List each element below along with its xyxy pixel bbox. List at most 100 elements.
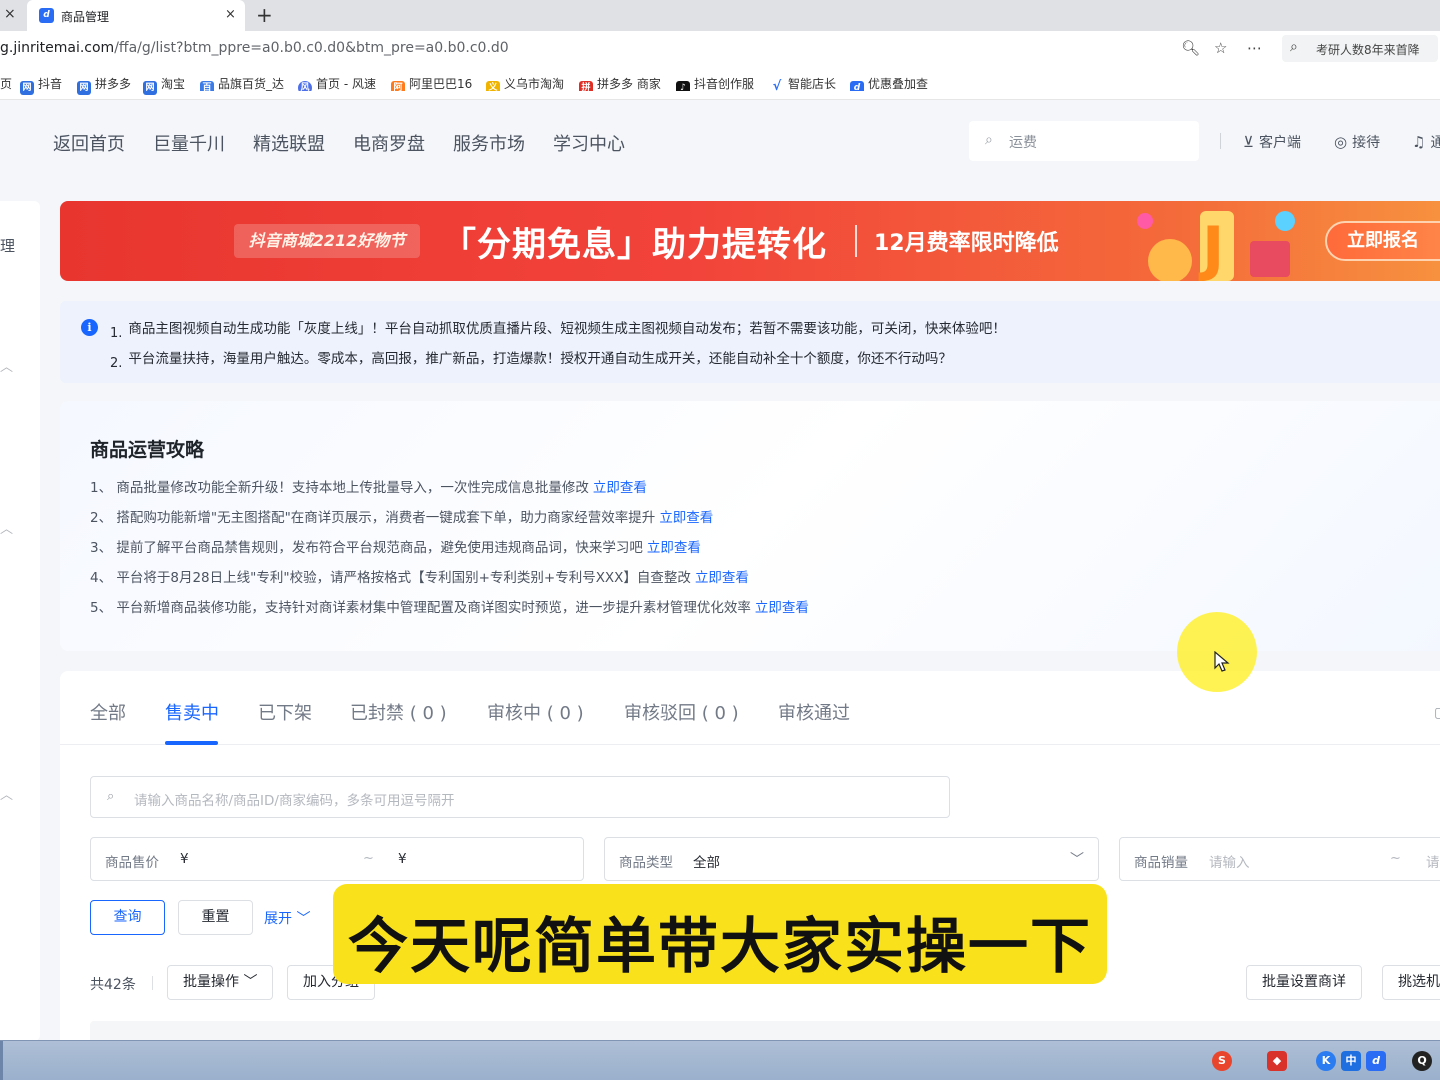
chevron-up-icon[interactable]: ︿ — [0, 518, 13, 537]
settings-icon[interactable]: ▢ — [1434, 705, 1440, 721]
banner-signup-button[interactable]: 立即报名 — [1325, 221, 1440, 261]
batch-detail-settings-button[interactable]: 批量设置商详 — [1246, 965, 1362, 1000]
sidebar-item-label[interactable]: 理 — [0, 235, 15, 256]
tab-approved[interactable]: 审核通过 — [778, 699, 850, 725]
reception-button[interactable]: ◎ 接待 — [1334, 132, 1380, 152]
view-now-link[interactable]: 立即查看 — [755, 600, 809, 616]
bookmark-alibaba[interactable]: 阿阿里巴巴16 — [391, 75, 473, 91]
query-button[interactable]: 查询 — [90, 900, 165, 935]
banner-divider — [855, 225, 857, 257]
browser-search-box[interactable]: ⌕ 考研人数8年来首降 — [1282, 35, 1438, 62]
chevron-up-icon[interactable]: ︿ — [0, 784, 13, 803]
url-path: /ffa/g/list?btm_ppre=a0.b0.c0.d0&btm_pre… — [114, 40, 509, 56]
tab-banned[interactable]: 已封禁 ( 0 ) — [350, 699, 447, 725]
left-sidebar: 理 ︿ ︿ ︿ — [0, 201, 40, 1040]
zoom-icon[interactable]: 🔍︎ — [1181, 39, 1200, 57]
banner-headline: 「分期免息」助力提转化 — [442, 225, 827, 265]
download-icon: ⊻ — [1243, 133, 1254, 151]
url-host: g.jinritemai.com — [0, 40, 115, 56]
bookmark-pinduoduo[interactable]: 网拼多多 — [77, 75, 131, 95]
nav-alliance[interactable]: 精选联盟 — [253, 130, 325, 156]
browser-tab-active[interactable]: d 商品管理 × — [27, 0, 245, 31]
operation-guide-card: 商品运营攻略 1、 商品批量修改功能全新升级！支持本地上传批量导入，一次性完成信… — [60, 401, 1440, 651]
bookmark-pinqi[interactable]: 百品旗百货_达 — [200, 75, 286, 91]
new-tab-button[interactable]: + — [256, 3, 273, 27]
view-now-link[interactable]: 立即查看 — [647, 540, 701, 556]
star-icon[interactable]: ☆ — [1214, 39, 1227, 57]
bookmark-smart-manager[interactable]: √ 智能店长 — [770, 75, 836, 94]
bell-icon: ♫ — [1412, 133, 1426, 151]
bookmark-douyin[interactable]: 网抖音 — [20, 75, 62, 95]
view-now-link[interactable]: 立即查看 — [659, 510, 713, 526]
client-button[interactable]: ⊻ 客户端 — [1243, 132, 1301, 152]
video-subtitle: 今天呢简单带大家实操一下 — [333, 884, 1107, 984]
tab-reviewing[interactable]: 审核中 ( 0 ) — [487, 699, 584, 725]
qq-icon[interactable]: Q — [1412, 1051, 1432, 1071]
nav-service-market[interactable]: 服务市场 — [453, 130, 525, 156]
batch-operations-dropdown[interactable]: 批量操作 ﹀ — [167, 965, 274, 1000]
bookmark-yiwu[interactable]: 义义乌市淘淘 — [486, 75, 566, 91]
bookmark-icon: 百 — [200, 81, 214, 91]
bookmark-fengsu[interactable]: 风首页 - 风速 — [298, 75, 378, 91]
view-now-link[interactable]: 立即查看 — [695, 570, 749, 586]
product-search-input[interactable]: ⌕ 请输入商品名称/商品ID/商家编码，多条可用逗号隔开 — [90, 776, 950, 818]
search-icon: ⌕ — [985, 132, 993, 148]
nav-learning-center[interactable]: 学习中心 — [553, 130, 625, 156]
bookmark-pdd-merchant[interactable]: 拼拼多多 商家 — [579, 75, 663, 91]
prev-tab-close-icon[interactable]: × — [4, 6, 16, 22]
notification-button[interactable]: ♫ 通 — [1412, 132, 1440, 152]
bookmark-icon: d — [850, 81, 864, 91]
type-label: 商品类型 — [619, 855, 673, 871]
bookmark-coupon[interactable]: d 优惠叠加查 — [850, 75, 930, 91]
bookmark-douyin-creator[interactable]: ♪ 抖音创作服 — [676, 75, 756, 91]
headset-icon: ◎ — [1334, 133, 1348, 151]
guide-item: 1、 商品批量修改功能全新升级！支持本地上传批量导入，一次性完成信息批量修改 立即… — [90, 480, 647, 496]
bookmark-cut[interactable]: 页 — [0, 75, 12, 91]
app-tray-icon[interactable]: K — [1316, 1051, 1336, 1071]
input-method-icon[interactable]: 中 — [1341, 1051, 1361, 1071]
reset-button[interactable]: 重置 — [178, 900, 253, 935]
top-navigation: 返回首页 巨量千川 精选联盟 电商罗盘 服务市场 学习中心 ⌕ 运费 ⊻ 客户端 … — [0, 100, 1440, 182]
doudian-tray-icon[interactable]: d — [1366, 1051, 1386, 1071]
tab-all[interactable]: 全部 — [90, 699, 126, 725]
sales-label: 商品销量 — [1134, 855, 1188, 871]
more-icon[interactable]: ⋯ — [1247, 39, 1262, 57]
currency-symbol: ¥ — [398, 851, 407, 867]
bookmark-icon: 风 — [298, 81, 312, 91]
range-tilde: ~ — [1390, 851, 1401, 866]
guide-item: 4、 平台将于8月28日上线"专利"校验，请严格按格式【专利国别+专利类别+专利… — [90, 570, 749, 586]
promo-banner[interactable]: 抖音商城2212好物节 「分期免息」助力提转化 12月费率限时降低 J 立即报名 — [60, 201, 1440, 281]
chevron-up-icon[interactable]: ︿ — [0, 356, 13, 375]
chevron-down-icon: ﹀ — [1070, 852, 1084, 868]
os-taskbar: S ◆ K 中 d Q — [0, 1040, 1440, 1080]
expand-button[interactable]: 展开 ﹀ — [264, 908, 310, 928]
notice-line: 2. 平台流量扶持，海量用户触达。零成本，高回报，推广新品，打造爆款！授权开通自动… — [110, 351, 952, 371]
browser-search-text: 考研人数8年来首降 — [1316, 43, 1420, 57]
view-now-link[interactable]: 立即查看 — [593, 480, 647, 496]
product-type-select[interactable]: 商品类型 全部 ﹀ — [604, 837, 1099, 881]
address-bar: g.jinritemai.com/ffa/g/list?btm_ppre=a0.… — [0, 31, 1440, 66]
search-placeholder: 请输入商品名称/商品ID/商家编码，多条可用逗号隔开 — [134, 793, 455, 809]
app-tray-icon[interactable]: ◆ — [1267, 1051, 1287, 1071]
search-icon: ⌕ — [1290, 39, 1298, 55]
nav-home[interactable]: 返回首页 — [53, 130, 125, 156]
gift-illustration-icon: J — [1137, 211, 1295, 281]
nav-search-input[interactable]: ⌕ 运费 — [969, 121, 1199, 161]
tab-rejected[interactable]: 审核驳回 ( 0 ) — [624, 699, 739, 725]
sales-range-filter[interactable]: 商品销量 请输入 ~ 请 — [1119, 837, 1440, 881]
doudian-logo-icon: d — [39, 8, 54, 23]
tab-close-icon[interactable]: × — [225, 7, 236, 22]
url-field[interactable]: g.jinritemai.com/ffa/g/list?btm_ppre=a0.… — [0, 40, 509, 56]
pick-button[interactable]: 挑选机 — [1382, 965, 1440, 1000]
price-range-filter[interactable]: 商品售价 ¥ ~ ¥ — [90, 837, 584, 881]
nav-qianchuan[interactable]: 巨量千川 — [153, 130, 225, 156]
bookmark-taobao[interactable]: 网淘宝 — [143, 75, 185, 95]
nav-compass[interactable]: 电商罗盘 — [353, 130, 425, 156]
bookmark-icon: 拼 — [579, 81, 593, 91]
notice-line: 1. 商品主图视频自动生成功能「灰度上线」！平台自动抓取优质直播片段、短视频生成主… — [110, 321, 1006, 341]
svg-text:J: J — [1198, 214, 1224, 281]
bookmark-icon: 网 — [20, 81, 34, 95]
tab-on-sale[interactable]: 售卖中 — [165, 699, 219, 725]
sogou-icon[interactable]: S — [1212, 1051, 1232, 1071]
tab-off-shelf[interactable]: 已下架 — [258, 699, 312, 725]
